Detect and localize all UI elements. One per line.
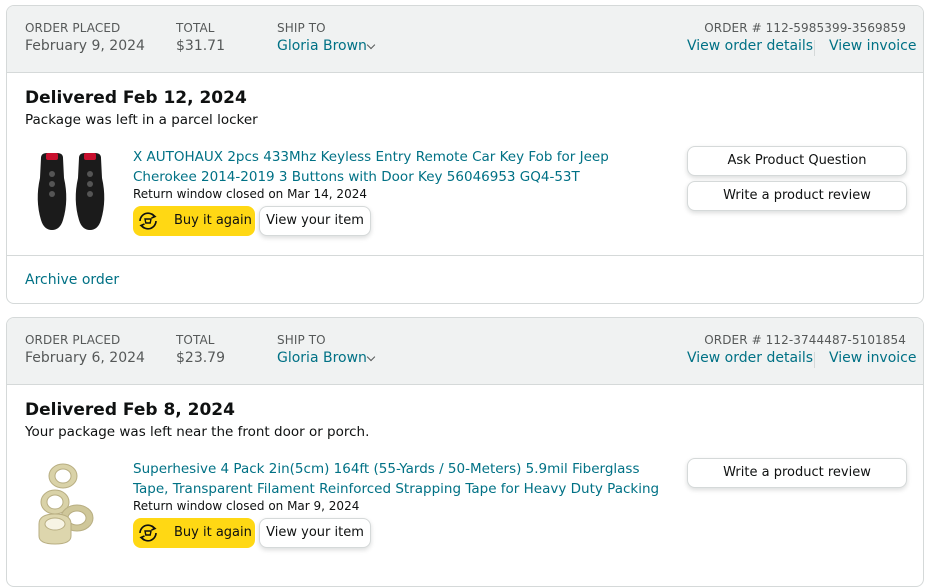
- view-invoice-link[interactable]: View invoice: [829, 38, 917, 54]
- order-total: $31.71: [176, 38, 225, 54]
- order-total: $23.79: [176, 350, 225, 366]
- return-window: Return window closed on Mar 9, 2024: [133, 499, 360, 513]
- refresh-cart-icon: [136, 521, 160, 545]
- order-number: ORDER # 112-3744487-5101854: [704, 333, 906, 347]
- chevron-down-icon[interactable]: [366, 352, 376, 362]
- product-title-link[interactable]: X AUTOHAUX 2pcs 433Mhz Keyless Entry Rem…: [133, 147, 673, 187]
- view-order-details-link[interactable]: View order details: [687, 38, 813, 54]
- buy-it-again-label: Buy it again: [174, 213, 252, 228]
- order-placed-date: February 6, 2024: [25, 350, 145, 366]
- total-label: TOTAL: [176, 333, 215, 347]
- buy-it-again-button[interactable]: Buy it again: [133, 518, 255, 548]
- view-order-details-link[interactable]: View order details: [687, 350, 813, 366]
- delivery-status: Delivered Feb 12, 2024: [25, 88, 247, 108]
- order-card: ORDER PLACED February 6, 2024 TOTAL $23.…: [6, 317, 924, 587]
- delivery-note: Package was left in a parcel locker: [25, 112, 258, 128]
- delivery-status: Delivered Feb 8, 2024: [25, 400, 235, 420]
- chevron-down-icon[interactable]: [366, 40, 376, 50]
- order-card: ORDER PLACED February 9, 2024 TOTAL $31.…: [6, 5, 924, 304]
- ship-to-recipient[interactable]: Gloria Brown: [277, 38, 367, 54]
- buy-it-again-label: Buy it again: [174, 525, 252, 540]
- return-window: Return window closed on Mar 14, 2024: [133, 187, 367, 201]
- write-review-button[interactable]: Write a product review: [687, 458, 907, 488]
- product-image[interactable]: [33, 150, 111, 236]
- order-placed-label: ORDER PLACED: [25, 333, 121, 347]
- archive-order-link[interactable]: Archive order: [25, 272, 119, 288]
- view-your-item-button[interactable]: View your item: [259, 518, 371, 548]
- order-placed-date: February 9, 2024: [25, 38, 145, 54]
- ship-to-recipient[interactable]: Gloria Brown: [277, 350, 367, 366]
- view-invoice-link[interactable]: View invoice: [829, 350, 917, 366]
- order-placed-label: ORDER PLACED: [25, 21, 121, 35]
- product-image[interactable]: [33, 462, 111, 548]
- link-separator: [814, 352, 815, 368]
- refresh-cart-icon: [136, 209, 160, 233]
- card-divider: [7, 255, 923, 256]
- view-your-item-button[interactable]: View your item: [259, 206, 371, 236]
- key-fob-image: [37, 153, 105, 230]
- total-label: TOTAL: [176, 21, 215, 35]
- order-header: ORDER PLACED February 9, 2024 TOTAL $31.…: [7, 6, 923, 73]
- write-review-button[interactable]: Write a product review: [687, 181, 907, 211]
- delivery-note: Your package was left near the front doo…: [25, 424, 370, 440]
- ship-to-label: SHIP TO: [277, 333, 326, 347]
- ship-to-label: SHIP TO: [277, 21, 326, 35]
- order-header: ORDER PLACED February 6, 2024 TOTAL $23.…: [7, 318, 923, 385]
- link-separator: [814, 40, 815, 56]
- order-number: ORDER # 112-5985399-3569859: [704, 21, 906, 35]
- ask-product-question-button[interactable]: Ask Product Question: [687, 146, 907, 176]
- buy-it-again-button[interactable]: Buy it again: [133, 206, 255, 236]
- tape-rolls-image: [38, 463, 94, 545]
- product-title-link[interactable]: Superhesive 4 Pack 2in(5cm) 164ft (55-Ya…: [133, 459, 673, 499]
